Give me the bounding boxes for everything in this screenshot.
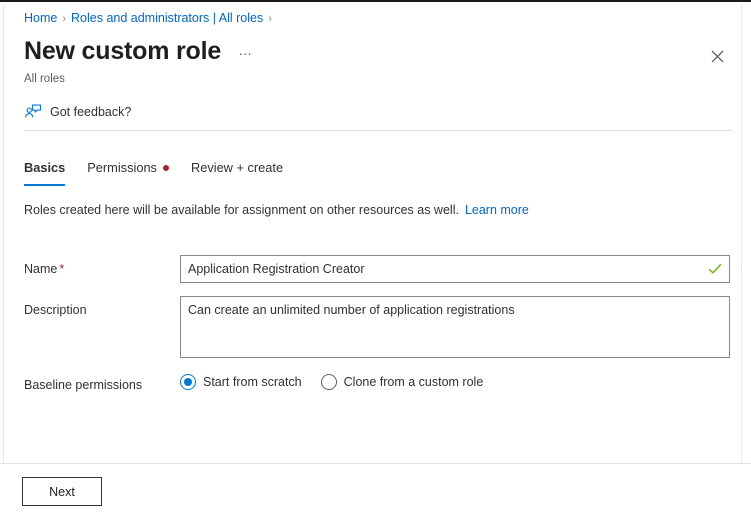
radio-unselected-icon <box>321 374 337 390</box>
tab-permissions-label: Permissions <box>87 159 157 177</box>
name-input[interactable] <box>181 256 729 282</box>
breadcrumb-item-home[interactable]: Home <box>24 11 57 25</box>
blade-title-row: New custom role … <box>24 36 257 66</box>
got-feedback-button[interactable]: Got feedback? <box>24 99 131 125</box>
description-field-row: Description <box>24 296 734 358</box>
radio-start-from-scratch-label: Start from scratch <box>203 374 302 390</box>
info-text: Roles created here will be available for… <box>24 201 529 219</box>
got-feedback-label: Got feedback? <box>50 103 131 121</box>
description-label-text: Description <box>24 303 87 317</box>
tab-permissions[interactable]: Permissions <box>87 159 169 186</box>
basics-form: Name* Description <box>24 255 734 406</box>
learn-more-link[interactable]: Learn more <box>465 203 529 217</box>
page-subtitle: All roles <box>24 72 65 87</box>
baseline-permissions-control: Start from scratch Clone from a custom r… <box>180 371 734 390</box>
name-field-control <box>180 255 734 283</box>
person-feedback-icon <box>24 103 42 121</box>
tab-review-create[interactable]: Review + create <box>191 159 283 186</box>
name-field-row: Name* <box>24 255 734 283</box>
close-button[interactable] <box>704 43 730 69</box>
tab-review-create-label: Review + create <box>191 159 283 177</box>
next-button[interactable]: Next <box>22 477 102 506</box>
description-field-control <box>180 296 734 358</box>
tab-basics[interactable]: Basics <box>24 159 65 186</box>
baseline-permissions-label-text: Baseline permissions <box>24 378 142 392</box>
name-required-marker: * <box>59 262 64 276</box>
breadcrumb-separator-icon-2: › <box>268 13 272 25</box>
name-textbox[interactable] <box>180 255 730 283</box>
tab-permissions-required-dot-icon <box>163 165 169 171</box>
radio-start-from-scratch[interactable]: Start from scratch <box>180 374 302 390</box>
radio-clone-from-custom-role-label: Clone from a custom role <box>344 374 484 390</box>
description-input[interactable] <box>181 297 729 357</box>
more-options-icon[interactable]: … <box>235 40 257 60</box>
close-icon <box>711 50 724 63</box>
breadcrumb-item-roles-and-administrators[interactable]: Roles and administrators | All roles <box>71 11 263 25</box>
breadcrumb-separator-icon: › <box>62 13 66 25</box>
name-label: Name* <box>24 255 180 277</box>
tab-basics-label: Basics <box>24 159 65 177</box>
description-textbox[interactable] <box>180 296 730 358</box>
breadcrumb: Home › Roles and administrators | All role… <box>24 10 277 27</box>
page-title: New custom role <box>24 36 221 66</box>
baseline-permissions-radio-group: Start from scratch Clone from a custom r… <box>180 371 734 390</box>
baseline-permissions-label: Baseline permissions <box>24 371 180 393</box>
radio-clone-from-custom-role[interactable]: Clone from a custom role <box>321 374 484 390</box>
command-bar-divider <box>24 130 732 131</box>
baseline-permissions-row: Baseline permissions Start from scratch … <box>24 371 734 393</box>
wizard-tablist: Basics Permissions Review + create <box>24 159 305 186</box>
name-label-text: Name <box>24 262 57 276</box>
blade-content: Home › Roles and administrators | All role… <box>0 2 751 463</box>
checkmark-icon <box>708 262 722 276</box>
new-custom-role-blade: Home › Roles and administrators | All role… <box>0 0 751 520</box>
description-label: Description <box>24 296 180 318</box>
blade-footer: Next <box>0 463 751 520</box>
info-text-label: Roles created here will be available for… <box>24 203 459 217</box>
radio-selected-icon <box>180 374 196 390</box>
